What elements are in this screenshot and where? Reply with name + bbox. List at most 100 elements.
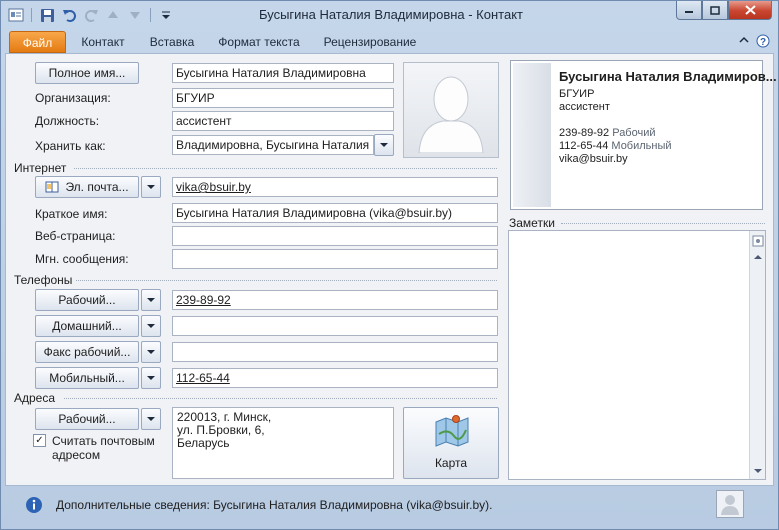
address-type-button[interactable]: Рабочий... xyxy=(35,408,139,430)
card-title: ассистент xyxy=(559,101,610,113)
map-icon xyxy=(434,414,470,451)
save-icon[interactable] xyxy=(38,6,56,24)
card-phone-work-value: 239-89-92 xyxy=(559,127,610,139)
address-book-icon xyxy=(45,181,59,193)
company-field[interactable]: БГУИР xyxy=(172,88,394,108)
person-icon xyxy=(721,495,739,515)
chevron-down-icon xyxy=(147,298,155,302)
people-pane-bar: Дополнительные сведения: Бусыгина Натали… xyxy=(5,488,774,524)
display-as-field[interactable]: Бусыгина Наталия Владимировна (vika@bsui… xyxy=(172,203,498,223)
email-field[interactable]: vika@bsuir.by xyxy=(172,177,498,197)
maximize-button[interactable] xyxy=(702,1,728,20)
mailing-address-label-line1: Считать почтовым xyxy=(52,434,155,448)
tab-review[interactable]: Рецензирование xyxy=(317,31,423,53)
file-as-field[interactable]: Владимировна, Бусыгина Наталия xyxy=(172,135,374,155)
window-title: Бусыгина Наталия Владимировна - Контакт xyxy=(258,7,523,22)
card-phone-mobile-label: Мобильный xyxy=(611,140,672,152)
section-internet: Интернет xyxy=(14,161,67,175)
tab-file[interactable]: Файл xyxy=(9,31,66,53)
svg-text:?: ? xyxy=(760,37,766,48)
phone-fax-field[interactable] xyxy=(172,342,498,362)
person-silhouette-icon xyxy=(418,76,484,153)
close-button[interactable] xyxy=(728,1,772,20)
card-company: БГУИР xyxy=(559,88,595,100)
minimize-button[interactable] xyxy=(676,1,702,20)
address-field[interactable]: 220013, г. Минск, ул. П.Бровки, 6, Белар… xyxy=(172,407,394,479)
im-address-field[interactable] xyxy=(172,249,498,269)
quick-access-toolbar xyxy=(7,5,175,25)
phone-fax-button[interactable]: Факс рабочий... xyxy=(35,341,139,363)
help-icon[interactable]: ? xyxy=(756,34,770,51)
web-page-field[interactable] xyxy=(172,226,498,246)
phone-home-button[interactable]: Домашний... xyxy=(35,315,139,337)
window-controls xyxy=(676,1,772,20)
file-as-dropdown[interactable] xyxy=(374,134,394,156)
file-as-label: Хранить как: xyxy=(35,139,106,153)
chevron-down-icon xyxy=(147,185,155,189)
full-name-button[interactable]: Полное имя... xyxy=(35,62,139,84)
previous-item-icon[interactable] xyxy=(104,6,122,24)
contact-window: Бусыгина Наталия Владимировна - Контакт … xyxy=(0,0,779,530)
email-button[interactable]: Эл. почта... xyxy=(35,176,139,198)
section-divider xyxy=(561,223,765,224)
card-phone-work: 239-89-92 Рабочий xyxy=(559,127,656,139)
email-type-dropdown[interactable] xyxy=(141,176,161,198)
avatar[interactable] xyxy=(716,490,744,518)
map-button[interactable]: Карта xyxy=(403,407,499,479)
undo-icon[interactable] xyxy=(60,6,78,24)
notes-scrollbar[interactable] xyxy=(749,231,765,479)
chevron-down-icon xyxy=(147,376,155,380)
card-phone-work-label: Рабочий xyxy=(612,127,656,139)
map-button-label: Карта xyxy=(434,456,468,470)
card-phone-mobile: 112-65-44 Мобильный xyxy=(559,140,672,152)
phone-home-field[interactable] xyxy=(172,316,498,336)
scroll-up-icon[interactable] xyxy=(750,249,765,264)
tab-format-text[interactable]: Формат текста xyxy=(211,31,307,53)
qat-separator xyxy=(150,8,151,22)
display-as-label: Краткое имя: xyxy=(35,207,108,221)
chevron-down-icon xyxy=(147,417,155,421)
chevron-down-icon xyxy=(147,350,155,354)
phone-business-button[interactable]: Рабочий... xyxy=(35,289,139,311)
notes-label: Заметки xyxy=(509,216,555,230)
company-label: Организация: xyxy=(35,91,111,105)
web-page-label: Веб-страница: xyxy=(35,229,116,243)
contact-photo[interactable] xyxy=(403,62,499,158)
title-bar: Бусыгина Наталия Владимировна - Контакт xyxy=(1,1,778,29)
mailing-address-checkbox[interactable]: ✓ xyxy=(33,434,46,447)
qat-separator xyxy=(31,8,32,22)
card-name: Бусыгина Наталия Владимиров... xyxy=(559,69,777,84)
contact-form: Полное имя... Бусыгина Наталия Владимиро… xyxy=(5,53,777,486)
phone-business-dropdown[interactable] xyxy=(141,289,161,311)
phone-fax-dropdown[interactable] xyxy=(141,341,161,363)
customize-qat-icon[interactable] xyxy=(157,6,175,24)
notes-field[interactable] xyxy=(508,230,766,480)
ribbon-tabs: Файл Контакт Вставка Формат текста Рецен… xyxy=(1,29,778,53)
notes-options-icon[interactable] xyxy=(750,233,765,248)
redo-icon[interactable] xyxy=(82,6,100,24)
phone-home-dropdown[interactable] xyxy=(141,315,161,337)
section-divider xyxy=(76,280,497,281)
phone-mobile-button[interactable]: Мобильный... xyxy=(35,367,139,389)
status-text: Дополнительные сведения: Бусыгина Натали… xyxy=(56,498,493,512)
chevron-down-icon xyxy=(380,143,388,147)
job-title-field[interactable]: ассистент xyxy=(172,111,394,131)
contact-card-icon[interactable] xyxy=(7,6,25,24)
phone-mobile-dropdown[interactable] xyxy=(141,367,161,389)
address-type-dropdown[interactable] xyxy=(141,408,161,430)
section-phones: Телефоны xyxy=(14,273,73,287)
next-item-icon[interactable] xyxy=(126,6,144,24)
checkmark-icon: ✓ xyxy=(35,434,44,446)
info-icon xyxy=(25,496,43,517)
phone-business-field[interactable]: 239-89-92 xyxy=(172,290,498,310)
chevron-down-icon xyxy=(147,324,155,328)
phone-mobile-field[interactable]: 112-65-44 xyxy=(172,368,498,388)
address-line: Беларусь xyxy=(177,436,230,450)
tab-contact[interactable]: Контакт xyxy=(73,31,133,53)
full-name-field[interactable]: Бусыгина Наталия Владимировна xyxy=(172,63,394,83)
collapse-ribbon-icon[interactable] xyxy=(738,34,750,49)
scroll-down-icon[interactable] xyxy=(750,463,765,478)
tab-insert[interactable]: Вставка xyxy=(143,31,201,53)
im-address-label: Мгн. сообщения: xyxy=(35,252,129,266)
business-card[interactable]: Бусыгина Наталия Владимиров... БГУИР асс… xyxy=(510,60,777,210)
